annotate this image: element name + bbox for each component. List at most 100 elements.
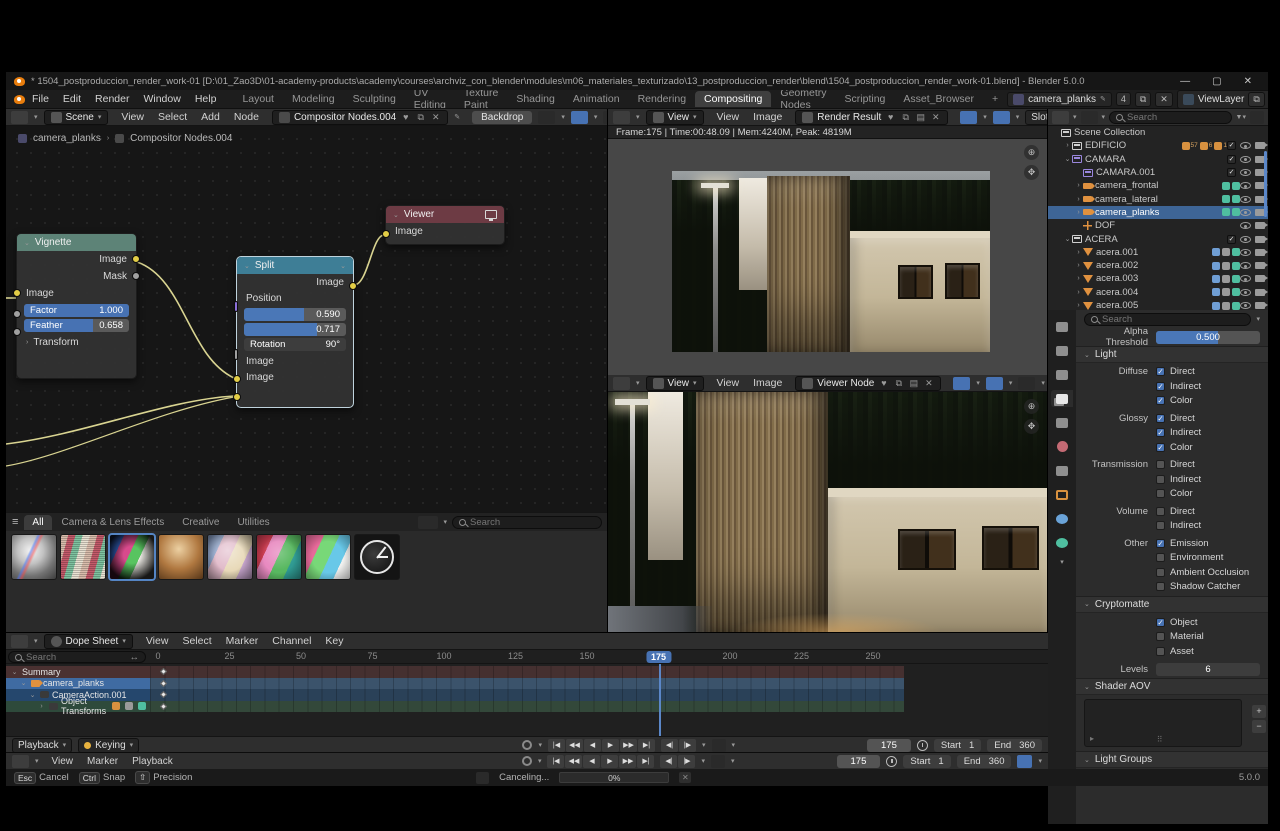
chromatic-aberration-asset[interactable]: [11, 534, 57, 580]
editor-type-dropdown[interactable]: [1052, 111, 1069, 124]
shelf-tab-all[interactable]: All: [24, 515, 51, 530]
hide-eye-icon[interactable]: [1240, 262, 1251, 269]
disclosure-icon[interactable]: ›: [1074, 249, 1083, 256]
new-view-layer-button[interactable]: ⧉: [1248, 92, 1264, 107]
maximize-button[interactable]: ▢: [1212, 76, 1221, 87]
unlink-scene-button[interactable]: ✕: [1155, 92, 1173, 107]
backdrop-button[interactable]: Backdrop: [472, 111, 532, 124]
checkbox[interactable]: [1156, 489, 1165, 498]
exclude-checkbox[interactable]: ✓: [1227, 155, 1236, 164]
node-canvas[interactable]: camera_planks › Compositor Nodes.004 ⌄Vi…: [6, 126, 608, 512]
checkbox[interactable]: [1156, 460, 1165, 469]
checkbox[interactable]: [1156, 632, 1165, 641]
display-channels-dropdown[interactable]: View▾: [646, 376, 704, 391]
prev-keyframe-button[interactable]: ◀◀: [565, 755, 582, 768]
frame-forward-button[interactable]: |▶: [679, 739, 696, 752]
hamburger-menu-icon[interactable]: ≡: [12, 516, 18, 528]
hide-eye-icon[interactable]: [1240, 209, 1251, 216]
dope-menu-select[interactable]: Select: [175, 635, 218, 647]
workspace-tab-animation[interactable]: Animation: [564, 91, 629, 107]
properties-tab-object[interactable]: [1051, 486, 1073, 503]
next-keyframe-button[interactable]: ▶▶: [620, 739, 637, 752]
image-input-socket[interactable]: [382, 230, 390, 238]
properties-tab-scene[interactable]: [1051, 414, 1073, 431]
app-menu-icon[interactable]: [14, 95, 25, 104]
workspace-tab-asset_browser[interactable]: Asset_Browser: [894, 91, 983, 107]
disable-render-icon[interactable]: [1255, 275, 1265, 282]
snapping-icon[interactable]: [960, 111, 977, 124]
checkbox[interactable]: ✓: [1156, 443, 1165, 452]
pan-gizmo-icon[interactable]: ✥: [1024, 165, 1039, 180]
shelf-tab-camera-lens-effects[interactable]: Camera & Lens Effects: [54, 515, 173, 530]
snapping-icon[interactable]: [571, 111, 588, 124]
auto-keying-record-icon[interactable]: [522, 756, 532, 766]
dope-sheet-mode-dropdown[interactable]: Dope Sheet▾: [44, 634, 133, 649]
filter-toggle-icon[interactable]: ↔: [130, 652, 140, 663]
editor-type-dropdown[interactable]: [12, 755, 29, 768]
image-datablock[interactable]: Viewer Node ♥ ⧉ ▤ ✕: [795, 376, 941, 391]
outliner-row-camara-001[interactable]: CAMARA.001✓: [1048, 166, 1268, 179]
image-input-socket-2[interactable]: [233, 393, 241, 401]
prev-keyframe-button[interactable]: ◀◀: [566, 739, 583, 752]
disclosure-icon[interactable]: ›: [1074, 302, 1083, 309]
disclosure-icon[interactable]: ›: [1074, 196, 1083, 203]
feather-input-socket[interactable]: [13, 328, 21, 336]
factor-input-socket[interactable]: [13, 310, 21, 318]
outliner-row-acera-005[interactable]: ›acera.005: [1048, 299, 1268, 310]
hide-eye-icon[interactable]: [1240, 249, 1251, 256]
play-reverse-button[interactable]: ◀: [583, 755, 600, 768]
outliner-scrollbar[interactable]: [1264, 151, 1267, 217]
workspace-tab-shading[interactable]: Shading: [507, 91, 564, 107]
jump-start-button[interactable]: |◀: [547, 755, 564, 768]
checkbox-row-color[interactable]: Color: [1156, 487, 1201, 501]
zoom-gizmo-icon[interactable]: ⊕: [1024, 145, 1039, 160]
outliner-row-acera-003[interactable]: ›acera.003: [1048, 272, 1268, 285]
minimize-button[interactable]: —: [1180, 76, 1190, 87]
checkbox-row-color[interactable]: ✓Color: [1156, 394, 1201, 408]
checkbox-row-emission[interactable]: ✓Emission: [1156, 537, 1249, 551]
outliner-row-camera-lateral[interactable]: ›camera_lateral: [1048, 192, 1268, 205]
image-menu-view[interactable]: View: [710, 111, 747, 123]
disable-render-icon[interactable]: [1255, 249, 1265, 256]
shader-aov-panel-header[interactable]: ⌄Shader AOV: [1076, 678, 1268, 695]
workspace-tab-compositing[interactable]: Compositing: [695, 91, 771, 107]
film-grain-asset[interactable]: [60, 534, 106, 580]
options-dropdown-icon[interactable]: ▾: [1256, 315, 1260, 323]
checkbox-row-indirect[interactable]: ✓Indirect: [1156, 380, 1201, 394]
sepia-asset[interactable]: [158, 534, 204, 580]
checkbox-row-direct[interactable]: Direct: [1156, 505, 1201, 519]
disclosure-icon[interactable]: ⌄: [10, 668, 19, 676]
properties-tab-world[interactable]: [1051, 438, 1073, 455]
playback-popover[interactable]: Playback▾: [12, 738, 72, 753]
timeline-ruler[interactable]: Search ↔ 0255075100125150200225250 175: [6, 650, 1048, 664]
editor-type-dropdown[interactable]: [613, 111, 630, 124]
light-panel-header[interactable]: ⌄Light: [1076, 346, 1268, 363]
checkbox[interactable]: ✓: [1156, 414, 1165, 423]
unlink-icon[interactable]: ✕: [930, 112, 941, 123]
dope-sheet-channels[interactable]: ⌄Summary⌄camera_planks⌄CameraAction.001›…: [6, 664, 1048, 736]
hide-eye-icon[interactable]: [1240, 196, 1251, 203]
properties-tab-render[interactable]: [1051, 342, 1073, 359]
aov-remove-button[interactable]: −: [1252, 720, 1266, 733]
outliner-row-edificio[interactable]: ›EDIFICIO5761✓: [1048, 139, 1268, 152]
menu-edit[interactable]: Edit: [56, 93, 88, 105]
rotation-socket[interactable]: [234, 349, 238, 360]
image-datablock[interactable]: Render Result ♥ ⧉ ▤ ✕: [795, 110, 948, 125]
disable-render-icon[interactable]: [1255, 302, 1265, 309]
disable-render-icon[interactable]: [1255, 289, 1265, 296]
workspace-tab-uv-editing[interactable]: UV Editing: [405, 90, 455, 109]
soft-glow-asset[interactable]: [207, 534, 253, 580]
hide-eye-icon[interactable]: [1240, 169, 1251, 176]
disable-render-icon[interactable]: [1255, 222, 1265, 229]
checkbox-row-shadow-catcher[interactable]: Shadow Catcher: [1156, 580, 1249, 594]
checkbox-row-direct[interactable]: ✓Direct: [1156, 412, 1201, 426]
hide-eye-icon[interactable]: [1240, 142, 1251, 149]
image-input-socket-1[interactable]: [233, 375, 241, 383]
sync-icon[interactable]: [1017, 755, 1032, 768]
pin-icon[interactable]: ✎: [454, 113, 460, 121]
checkbox[interactable]: ✓: [1156, 382, 1165, 391]
split-node-header[interactable]: ⌄Split⌄: [237, 257, 353, 274]
position-y-slider[interactable]: 0.717: [244, 323, 346, 336]
render-result-image[interactable]: [672, 171, 990, 352]
workspace-tab-layout[interactable]: Layout: [233, 91, 283, 107]
